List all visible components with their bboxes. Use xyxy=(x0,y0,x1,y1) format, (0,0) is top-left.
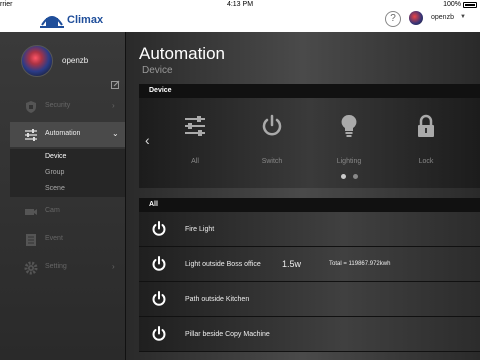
list-item[interactable]: Pillar beside Copy Machine xyxy=(139,317,480,352)
help-icon[interactable]: ? xyxy=(385,11,401,27)
power-icon xyxy=(262,114,282,136)
device-name: Path outside Kitchen xyxy=(185,296,250,303)
list-item[interactable]: Path outside Kitchen xyxy=(139,282,480,317)
sidebar-item-automation[interactable]: Automation ⌄ xyxy=(10,122,125,147)
sidebar: openzb Security › Automation ⌄ Device Gr… xyxy=(0,32,126,360)
shield-icon xyxy=(24,100,38,114)
category-label: Lighting xyxy=(336,158,362,165)
sidebar-item-label: Automation xyxy=(45,130,81,137)
battery-icon xyxy=(463,1,477,8)
list-item[interactable]: Light outside Boss office 1.5w Total = 1… xyxy=(139,247,480,282)
power-toggle-icon[interactable] xyxy=(151,326,167,347)
chevron-down-icon: ⌄ xyxy=(112,129,119,138)
category-lock[interactable]: Lock xyxy=(396,114,456,174)
category-switch[interactable]: Switch xyxy=(242,114,302,174)
device-name: Fire Light xyxy=(185,226,215,233)
camera-icon xyxy=(24,205,38,219)
page-title: Automation xyxy=(139,44,225,63)
device-panel-header: Device xyxy=(139,84,480,98)
sidebar-item-cam[interactable]: Cam xyxy=(10,199,125,224)
power-toggle-icon[interactable] xyxy=(151,221,167,242)
sidebar-item-label: Cam xyxy=(45,207,60,214)
list-item[interactable]: Fire Light xyxy=(139,212,480,247)
sidebar-item-label: Event xyxy=(45,235,63,242)
category-label: Switch xyxy=(261,158,283,165)
device-name: Pillar beside Copy Machine xyxy=(185,331,270,338)
list-header: All xyxy=(139,198,480,212)
device-list: Fire Light Light outside Boss office 1.5… xyxy=(139,212,480,352)
sliders-icon xyxy=(24,128,38,142)
battery-status: 100% xyxy=(443,1,477,8)
sidebar-item-security[interactable]: Security › xyxy=(10,94,125,119)
logo-mark-icon xyxy=(40,11,64,29)
subnav-item-scene[interactable]: Scene xyxy=(10,181,125,197)
edit-icon[interactable] xyxy=(111,76,120,89)
app-header: Climax ? openzb ▼ xyxy=(0,10,480,33)
subnav-item-device[interactable]: Device xyxy=(10,149,125,165)
sliders-icon xyxy=(185,116,205,136)
device-power: 1.5w xyxy=(282,259,302,269)
status-bar: rrier 4:13 PM 100% xyxy=(0,0,480,10)
user-menu-chevron-icon[interactable]: ▼ xyxy=(460,14,466,20)
climax-logo: Climax xyxy=(40,11,103,29)
profile-section: openzb xyxy=(0,32,125,94)
bulb-icon xyxy=(341,114,357,137)
page-dot-active[interactable] xyxy=(341,174,346,179)
device-name: Light outside Boss office xyxy=(185,261,261,268)
chevron-right-icon: › xyxy=(112,101,115,110)
category-label: All xyxy=(191,158,199,165)
power-toggle-icon[interactable] xyxy=(151,291,167,312)
page-dot[interactable] xyxy=(353,174,358,179)
chevron-right-icon: › xyxy=(112,262,115,271)
header-username[interactable]: openzb xyxy=(431,14,454,21)
sidebar-item-label: Security xyxy=(45,102,71,109)
battery-percent: 100% xyxy=(443,1,461,8)
profile-username: openzb xyxy=(62,56,89,65)
power-toggle-icon[interactable] xyxy=(151,256,167,277)
category-label: Lock xyxy=(418,158,434,165)
avatar[interactable] xyxy=(409,11,423,25)
carousel-prev-icon[interactable]: ‹ xyxy=(145,132,150,148)
subnav-label: Device xyxy=(45,153,67,160)
list-icon xyxy=(24,233,38,247)
subnav-label: Group xyxy=(45,169,65,176)
category-carousel: ‹ All Switch Lighting Lock xyxy=(139,98,480,188)
sidebar-item-event[interactable]: Event xyxy=(10,227,125,252)
clock: 4:13 PM xyxy=(226,1,254,8)
lock-icon xyxy=(418,114,434,137)
sidebar-item-label: Setting xyxy=(45,263,67,270)
logo-text: Climax xyxy=(67,14,104,26)
device-total-energy: Total = 119867.972kwh xyxy=(329,261,391,267)
subnav-label: Scene xyxy=(45,185,65,192)
sidebar-item-setting[interactable]: Setting › xyxy=(10,255,125,280)
page-subtitle: Device xyxy=(142,65,173,76)
profile-avatar[interactable] xyxy=(21,45,53,77)
main-content: Automation Device Device ‹ All Switch Li… xyxy=(126,32,480,360)
category-lighting[interactable]: Lighting xyxy=(319,114,379,174)
gear-icon xyxy=(24,261,38,275)
subnav-item-group[interactable]: Group xyxy=(10,165,125,181)
category-all[interactable]: All xyxy=(165,114,225,174)
